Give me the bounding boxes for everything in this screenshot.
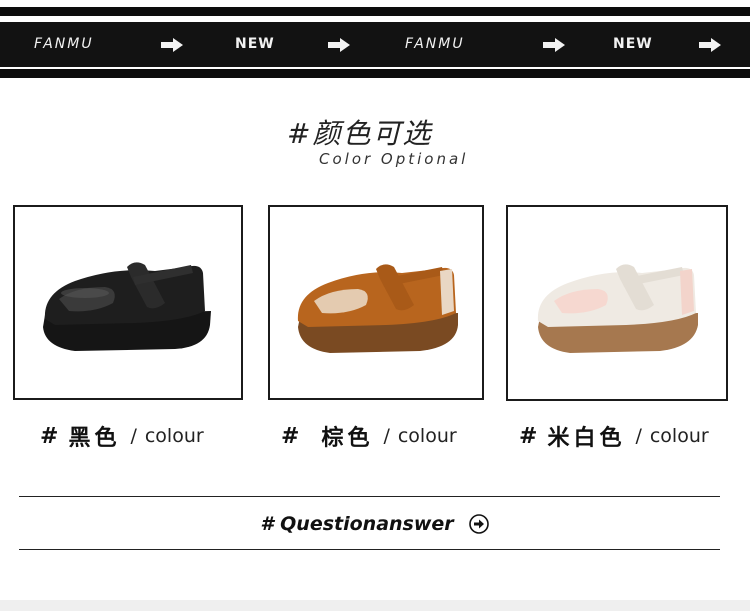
hash-mark: # — [40, 423, 59, 449]
separator-slash: / — [635, 425, 642, 447]
arrow-right-circle-icon[interactable] — [468, 513, 490, 535]
section-title: #颜色可选 — [287, 117, 433, 150]
offwhite-shoe-image — [537, 264, 698, 353]
divider-bottom — [19, 549, 720, 550]
hash-mark: # — [519, 423, 538, 449]
section-subtitle: Color Optional — [319, 150, 469, 168]
hash-mark: # — [281, 423, 300, 449]
colour-word: colour — [649, 425, 709, 447]
qa-label: # Questionanswer — [260, 513, 454, 535]
divider-top — [19, 496, 720, 497]
brand-text: FANMU — [34, 36, 94, 52]
separator-slash: / — [130, 425, 137, 447]
arrow-right-icon — [328, 22, 350, 67]
banner: FANMU NEW FANMU NEW — [0, 22, 750, 67]
brown-shoe-image — [297, 264, 458, 353]
new-label: NEW — [235, 36, 275, 52]
bottom-strip — [0, 600, 750, 611]
color-card-brown[interactable] — [268, 205, 484, 400]
colour-word: colour — [144, 425, 204, 447]
banner-bottom-line — [0, 69, 750, 78]
new-label: NEW — [613, 36, 653, 52]
brand-text: FANMU — [405, 36, 465, 52]
arrow-right-icon — [699, 22, 721, 67]
banner-top-line — [0, 7, 750, 16]
color-name: 米白色 — [547, 426, 626, 451]
color-caption-black: # 黑色 / colour — [40, 421, 204, 452]
qa-row[interactable]: # Questionanswer — [0, 506, 750, 542]
color-caption-offwhite: # 米白色 / colour — [519, 421, 709, 452]
separator-slash: / — [383, 425, 390, 447]
arrow-right-icon — [543, 22, 565, 67]
color-caption-brown: # 棕色 / colour — [281, 421, 457, 452]
black-shoe-image — [43, 262, 211, 351]
color-card-black[interactable] — [13, 205, 243, 400]
color-name: 棕色 — [321, 426, 374, 451]
color-name: 黑色 — [68, 426, 121, 451]
colour-word: colour — [397, 425, 457, 447]
arrow-right-icon — [161, 22, 183, 67]
color-card-offwhite[interactable] — [506, 205, 728, 401]
